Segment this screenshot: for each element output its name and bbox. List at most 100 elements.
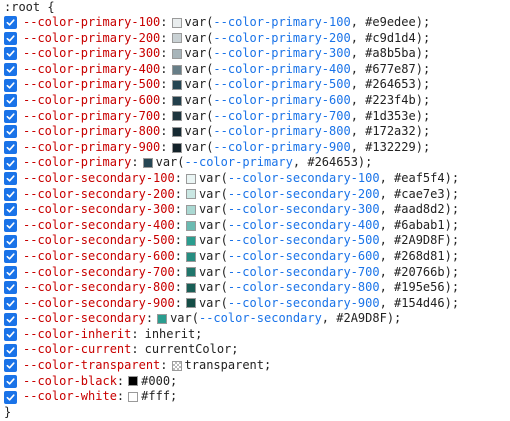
variable-reference-link[interactable]: --color-secondary-300: [228, 202, 380, 218]
variable-reference-link[interactable]: --color-primary-700: [213, 109, 350, 125]
enable-declaration-checkbox[interactable]: [4, 125, 17, 139]
variable-reference-link[interactable]: --color-secondary-100: [228, 171, 380, 187]
property-name[interactable]: --color-secondary-500: [23, 233, 175, 249]
property-name[interactable]: --color-primary-200: [23, 31, 160, 47]
declaration-row[interactable]: --color-secondary-700: var(--color-second…: [0, 265, 510, 281]
enable-declaration-checkbox[interactable]: [4, 172, 17, 186]
color-swatch[interactable]: [171, 64, 182, 75]
color-swatch[interactable]: [171, 33, 182, 44]
declaration-row[interactable]: --color-primary-400: var(--color-primary-…: [0, 62, 510, 78]
enable-declaration-checkbox[interactable]: [4, 250, 17, 264]
enable-declaration-checkbox[interactable]: [4, 156, 17, 170]
property-value[interactable]: transparent;: [185, 358, 272, 374]
property-name[interactable]: --color-secondary-700: [23, 265, 175, 281]
declaration-row[interactable]: --color-primary-500: var(--color-primary-…: [0, 77, 510, 93]
enable-declaration-checkbox[interactable]: [4, 234, 17, 248]
fallback-value[interactable]: , #aad8d2);: [380, 202, 459, 218]
color-swatch[interactable]: [171, 142, 182, 153]
fallback-value[interactable]: , #264653);: [351, 77, 430, 93]
enable-declaration-checkbox[interactable]: [4, 47, 17, 61]
color-swatch[interactable]: [185, 282, 196, 293]
declaration-row[interactable]: --color-white: #fff;: [0, 389, 510, 405]
fallback-value[interactable]: , #2A9D8F);: [380, 233, 459, 249]
property-name[interactable]: --color-primary-500: [23, 77, 160, 93]
declaration-row[interactable]: --color-primary-200: var(--color-primary-…: [0, 31, 510, 47]
enable-declaration-checkbox[interactable]: [4, 281, 17, 295]
fallback-value[interactable]: , #20766b);: [380, 265, 459, 281]
property-name[interactable]: --color-secondary-200: [23, 187, 175, 203]
variable-reference-link[interactable]: --color-secondary-400: [228, 218, 380, 234]
property-name[interactable]: --color-primary: [23, 155, 131, 171]
property-name[interactable]: --color-primary-800: [23, 124, 160, 140]
variable-reference-link[interactable]: --color-primary: [185, 155, 293, 171]
property-name[interactable]: --color-primary-600: [23, 93, 160, 109]
declaration-row[interactable]: --color-primary-700: var(--color-primary-…: [0, 109, 510, 125]
enable-declaration-checkbox[interactable]: [4, 187, 17, 201]
fallback-value[interactable]: , #132229);: [351, 140, 430, 156]
fallback-value[interactable]: , #264653);: [293, 155, 372, 171]
enable-declaration-checkbox[interactable]: [4, 203, 17, 217]
property-name[interactable]: --color-primary-100: [23, 15, 160, 31]
variable-reference-link[interactable]: --color-secondary-900: [228, 296, 380, 312]
property-name[interactable]: --color-secondary-100: [23, 171, 175, 187]
enable-declaration-checkbox[interactable]: [4, 265, 17, 279]
color-swatch[interactable]: [171, 111, 182, 122]
property-name[interactable]: --color-transparent: [23, 358, 160, 374]
property-name[interactable]: --color-secondary-300: [23, 202, 175, 218]
color-swatch[interactable]: [171, 360, 182, 371]
fallback-value[interactable]: , #cae7e3);: [380, 187, 459, 203]
variable-reference-link[interactable]: --color-primary-800: [213, 124, 350, 140]
color-swatch[interactable]: [171, 48, 182, 59]
variable-reference-link[interactable]: --color-primary-100: [213, 15, 350, 31]
declaration-row[interactable]: --color-current: currentColor;: [0, 342, 510, 358]
declaration-row[interactable]: --color-inherit: inherit;: [0, 327, 510, 343]
fallback-value[interactable]: , #6abab1);: [380, 218, 459, 234]
fallback-value[interactable]: , #1d353e);: [351, 109, 430, 125]
property-name[interactable]: --color-inherit: [23, 327, 131, 343]
enable-declaration-checkbox[interactable]: [4, 374, 17, 388]
variable-reference-link[interactable]: --color-primary-300: [213, 46, 350, 62]
color-swatch[interactable]: [185, 267, 196, 278]
property-name[interactable]: --color-primary-700: [23, 109, 160, 125]
color-swatch[interactable]: [171, 80, 182, 91]
enable-declaration-checkbox[interactable]: [4, 312, 17, 326]
declaration-row[interactable]: --color-secondary-900: var(--color-second…: [0, 296, 510, 312]
variable-reference-link[interactable]: --color-secondary-200: [228, 187, 380, 203]
property-value[interactable]: inherit;: [145, 327, 203, 343]
variable-reference-link[interactable]: --color-secondary-600: [228, 249, 380, 265]
property-name[interactable]: --color-black: [23, 374, 117, 390]
color-swatch[interactable]: [185, 236, 196, 247]
fallback-value[interactable]: , #eaf5f4);: [380, 171, 459, 187]
enable-declaration-checkbox[interactable]: [4, 219, 17, 233]
property-name[interactable]: --color-secondary-900: [23, 296, 175, 312]
property-name[interactable]: --color-primary-900: [23, 140, 160, 156]
fallback-value[interactable]: , #172a32);: [351, 124, 430, 140]
variable-reference-link[interactable]: --color-secondary: [199, 311, 322, 327]
color-swatch[interactable]: [185, 189, 196, 200]
color-swatch[interactable]: [128, 376, 139, 387]
enable-declaration-checkbox[interactable]: [4, 141, 17, 155]
color-swatch[interactable]: [185, 298, 196, 309]
declaration-row[interactable]: --color-primary: var(--color-primary, #26…: [0, 155, 510, 171]
variable-reference-link[interactable]: --color-primary-600: [213, 93, 350, 109]
property-name[interactable]: --color-primary-300: [23, 46, 160, 62]
property-name[interactable]: --color-secondary: [23, 311, 146, 327]
variable-reference-link[interactable]: --color-secondary-700: [228, 265, 380, 281]
color-swatch[interactable]: [171, 17, 182, 28]
declaration-row[interactable]: --color-primary-800: var(--color-primary-…: [0, 124, 510, 140]
fallback-value[interactable]: , #195e56);: [380, 280, 459, 296]
variable-reference-link[interactable]: --color-primary-900: [213, 140, 350, 156]
property-name[interactable]: --color-primary-400: [23, 62, 160, 78]
property-value[interactable]: #fff;: [141, 389, 177, 405]
property-name[interactable]: --color-secondary-400: [23, 218, 175, 234]
enable-declaration-checkbox[interactable]: [4, 109, 17, 123]
declaration-row[interactable]: --color-secondary-600: var(--color-second…: [0, 249, 510, 265]
fallback-value[interactable]: , #223f4b);: [351, 93, 430, 109]
declaration-row[interactable]: --color-primary-600: var(--color-primary-…: [0, 93, 510, 109]
declaration-row[interactable]: --color-primary-100: var(--color-primary-…: [0, 15, 510, 31]
property-value[interactable]: currentColor;: [145, 342, 239, 358]
fallback-value[interactable]: , #c9d1d4);: [351, 31, 430, 47]
color-swatch[interactable]: [185, 220, 196, 231]
property-name[interactable]: --color-secondary-800: [23, 280, 175, 296]
enable-declaration-checkbox[interactable]: [4, 16, 17, 30]
